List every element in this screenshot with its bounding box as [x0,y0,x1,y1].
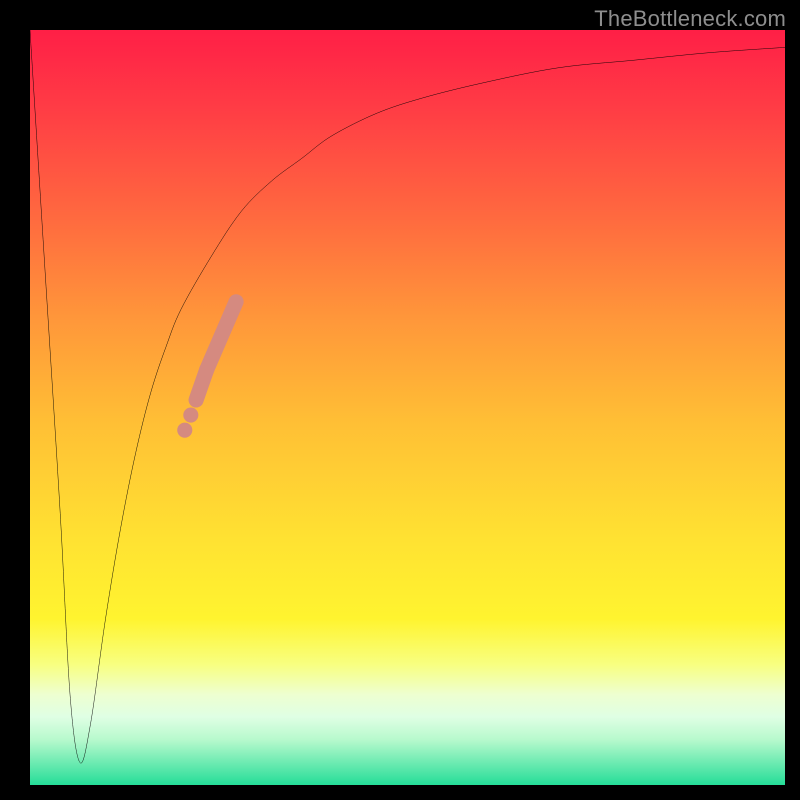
marker-dot-1 [177,423,192,438]
attribution-text: TheBottleneck.com [594,6,786,32]
chart-frame: TheBottleneck.com [0,0,800,800]
chart-svg [30,30,785,785]
bottleneck-curve [30,30,785,763]
marker-dot-2 [183,408,198,423]
marker-seg-2 [207,302,236,370]
curve-markers [177,302,236,438]
plot-area [30,30,785,785]
